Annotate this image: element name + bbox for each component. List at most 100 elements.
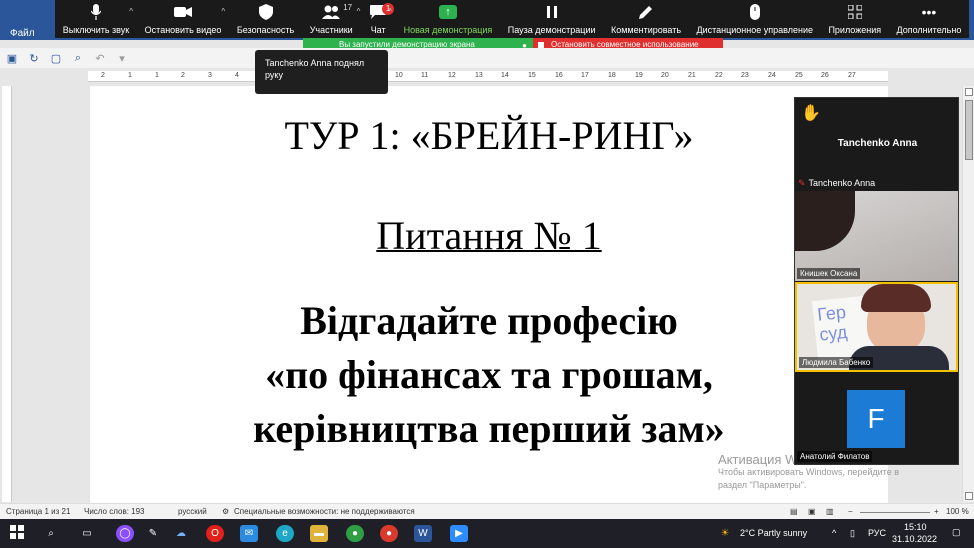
ruler-tick: 25 [795,72,803,79]
ruler-tick: 17 [581,72,589,79]
vertical-ruler [2,86,12,502]
file-tab[interactable]: Файл [10,28,35,39]
opera-icon[interactable]: O [206,525,224,542]
edge-icon[interactable]: e [276,525,294,542]
chevron-up-icon[interactable]: ^ [221,7,225,16]
pause-share-label: Пауза демонстрации [507,25,596,35]
cloud-icon[interactable]: ☁ [172,525,190,542]
ruler-tick: 19 [635,72,643,79]
raised-hand-icon: ✋ [801,105,821,122]
video-tile[interactable]: F Анатолий Филатов [795,374,958,464]
tray-chevron-icon[interactable]: ^ [832,528,836,538]
weather-text[interactable]: 2°C Partly sunny [740,528,807,538]
ruler-tick: 2 [101,72,105,79]
save-icon[interactable]: ▣ [6,52,18,65]
word-count[interactable]: Число слов: 193 [84,507,144,516]
clock-time[interactable]: 15:10 [904,522,927,532]
question-heading: Питання № 1 [90,212,888,259]
document-title: ТУР 1: «БРЕЙН-РИНГ» [284,113,694,158]
ruler-tick: 26 [821,72,829,79]
mouse-icon [745,3,765,21]
language-indicator[interactable]: РУС [868,528,886,538]
page-count[interactable]: Страница 1 из 21 [6,507,70,516]
ruler-tick: 16 [555,72,563,79]
more-label: Дополнительно [896,25,962,35]
participant-name: Людмила Бабенко [799,357,874,368]
raised-hand-tooltip: Tanchenko Anna поднял руку [255,50,388,94]
windows-start-icon[interactable] [8,525,26,542]
ruler-tick: 13 [475,72,483,79]
muted-participant-row[interactable]: ✎ Tanchenko Anna [798,178,875,189]
ruler-tick: 4 [235,72,239,79]
video-tile[interactable]: Книшек Оксана [795,191,958,281]
remote-control-button[interactable]: Дистанционное управление [689,0,821,38]
zoom-icon[interactable]: ▶ [450,525,468,542]
riddle-line: керівництва перший зам» [253,406,725,451]
video-tile-active-speaker[interactable]: Гер суд Людмила Бабенко [795,282,958,372]
stop-video-button[interactable]: Остановить видео ^ [137,0,229,38]
participant-hair [861,284,931,312]
mute-button[interactable]: Выключить звук ^ [55,0,137,38]
mail-icon[interactable]: ✉ [240,525,258,542]
pen-workspace-icon[interactable]: ✎ [144,525,162,542]
scroll-up-arrow[interactable] [965,88,973,96]
participant-name: Анатолий Филатов [797,451,873,462]
chat-button[interactable]: 1 Чат ^ [360,0,395,38]
read-mode-icon[interactable]: ▤ [790,507,798,516]
zoom-in-icon[interactable]: + [934,507,939,516]
task-view-icon[interactable]: ▭ [78,525,96,542]
ruler-tick: 11 [421,72,429,79]
more-icon: ••• [921,4,937,20]
pause-share-button[interactable]: Пауза демонстрации [500,0,603,38]
annotate-label: Комментировать [610,25,682,35]
search-icon[interactable]: ⌕ [42,525,60,542]
remote-control-label: Дистанционное управление [696,25,813,35]
horizontal-ruler[interactable]: 2112345678910111213141516171819202122232… [88,71,888,82]
video-panel[interactable]: ✋ Tanchenko Anna ✎ Tanchenko Anna Книшек … [794,97,959,465]
annotate-button[interactable]: Комментировать [603,0,689,38]
cortana-icon[interactable]: ◯ [116,525,134,542]
security-button[interactable]: Безопасность [229,0,302,38]
folder-icon[interactable]: ▬ [310,525,328,542]
vertical-scrollbar[interactable] [962,86,974,502]
chevron-up-icon[interactable]: ^ [129,7,133,16]
chrome-icon[interactable]: ● [346,525,364,542]
riddle-line: «по фінансах та грошам, [265,352,713,397]
riddle-text: Відгадайте професію «по фінансах та грош… [90,294,888,456]
print-preview-icon[interactable]: ⌕ [72,52,84,65]
apps-button[interactable]: Приложения [821,0,889,38]
participants-button[interactable]: 17 Участники ^ [302,0,361,38]
new-share-button[interactable]: ↑ Новая демонстрация [396,0,500,38]
language-indicator[interactable]: русский [178,507,207,516]
accessibility-status[interactable]: Специальные возможности: не поддерживают… [234,507,415,516]
zoom-out-icon[interactable]: − [848,507,853,516]
more-button[interactable]: ••• Дополнительно [889,0,969,38]
shield-icon [256,3,276,21]
word-icon[interactable]: W [414,525,432,542]
ruler-tick: 3 [208,72,212,79]
document-page[interactable]: ТУР 1: «БРЕЙН-РИНГ» Питання № 1 Відгадай… [90,86,888,506]
chevron-up-icon[interactable]: ^ [388,7,392,16]
scroll-thumb[interactable] [965,100,973,160]
notifications-icon[interactable]: ▢ [952,527,961,538]
new-doc-icon[interactable]: ▢ [50,52,62,65]
ruler-tick: 21 [688,72,696,79]
pen-icon [636,3,656,21]
apps-label: Приложения [828,25,882,35]
apps-icon [845,3,865,21]
dropdown-icon[interactable]: ▾ [116,52,128,65]
stop-video-label: Остановить видео [144,25,222,35]
web-layout-icon[interactable]: ▥ [826,507,834,516]
zoom-slider[interactable] [860,512,930,513]
question-heading-text: Питання № 1 [376,213,602,258]
print-layout-icon[interactable]: ▣ [808,507,816,516]
undo-icon[interactable]: ↶ [94,52,106,65]
ruler-tick: 22 [715,72,723,79]
autosave-icon[interactable]: ↻ [28,52,40,65]
clock-date[interactable]: 31.10.2022 [892,534,937,544]
chrome-profile-icon[interactable]: ● [380,525,398,542]
participants-count: 17 [343,3,353,12]
scroll-down-arrow[interactable] [965,492,973,500]
network-icon[interactable]: ▯ [850,528,855,539]
zoom-level[interactable]: 100 % [946,507,969,516]
